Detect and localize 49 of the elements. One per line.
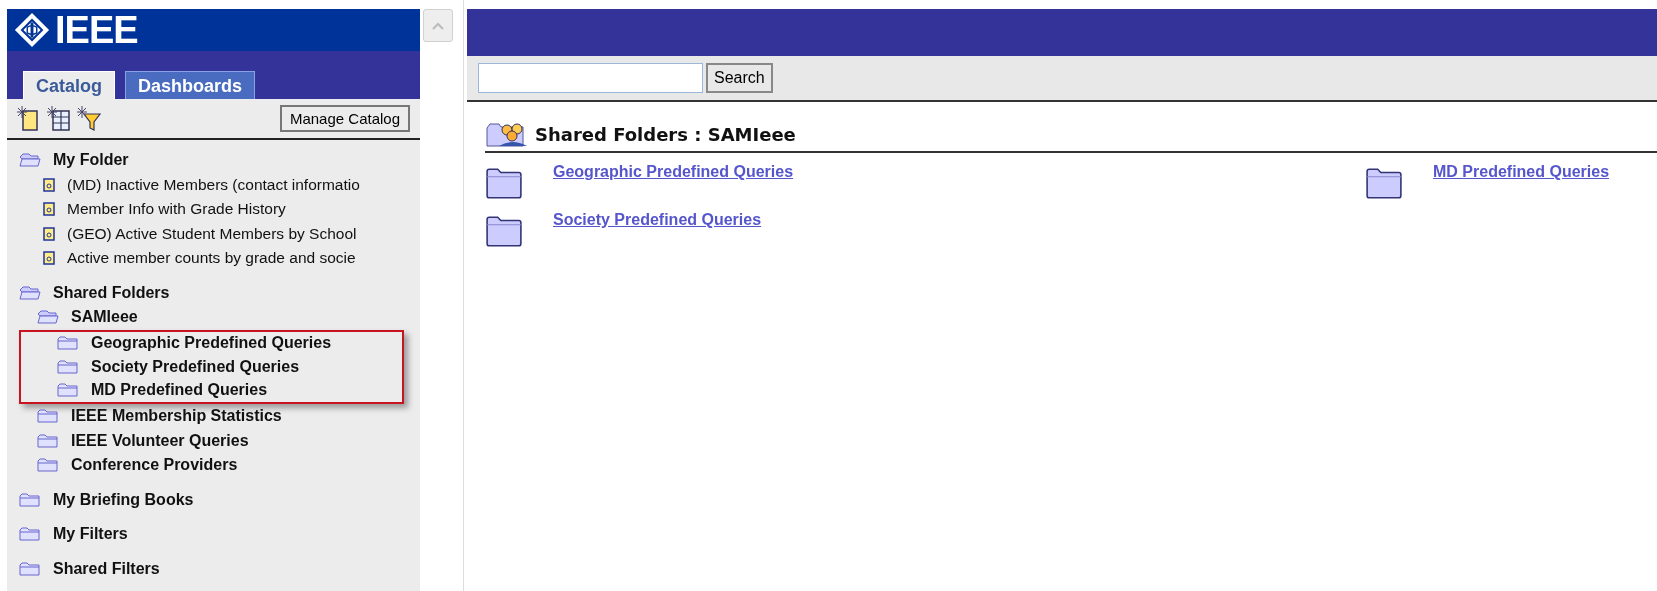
tree-item[interactable]: Active member counts by grade and socie [7,246,420,271]
folder-icon [57,336,79,351]
folder-icon [19,561,41,576]
tree-item[interactable]: Member Info with Grade History [7,197,420,222]
tree-item[interactable]: SAMIeee [7,305,420,330]
manage-catalog-button[interactable]: Manage Catalog [279,105,410,133]
tree-item[interactable]: Shared Folders [7,280,420,305]
tab[interactable]: Catalog [23,71,115,100]
folder-link[interactable]: Geographic Predefined Queries [553,163,794,181]
folder-icon [485,167,523,199]
open-folder-icon [19,153,41,168]
tree-item[interactable]: MD Predefined Queries [21,378,402,402]
tree-item[interactable]: IEEE Membership Statistics [7,404,420,429]
folder-icon [37,409,59,424]
tree-item[interactable]: Society Predefined Queries [21,355,402,379]
tab[interactable]: Dashboards [125,71,256,100]
tree-item[interactable]: Conference Providers [7,453,420,478]
breadcrumb-title: Shared Folders : SAMIeee [535,123,796,145]
tree-item[interactable]: (MD) Inactive Members (contact informatio [7,172,420,197]
logo-text: IEEE [55,10,138,49]
open-folder-icon [19,285,41,300]
report-icon [43,251,55,266]
folder-icon [37,458,59,473]
tree-item[interactable]: My Folder [7,148,420,173]
new-table-icon[interactable] [47,105,71,132]
tree-item[interactable]: My Briefing Books [7,487,420,512]
new-filter-icon[interactable] [77,105,101,132]
folder-link[interactable]: MD Predefined Queries [1433,163,1610,181]
open-folder-icon [37,310,59,325]
tree-item[interactable]: Shared Filters [7,556,420,581]
chevron-up-icon [432,21,444,30]
folder-icon [37,433,59,448]
tree-item[interactable]: My Filters [7,522,420,547]
tree-item[interactable]: IEEE Volunteer Queries [7,428,420,453]
folder-icon [57,359,79,374]
folder-icon [19,527,41,542]
folder-icon [485,215,523,247]
report-icon [43,226,55,241]
search-field[interactable] [478,63,703,93]
folder-icon [1365,167,1403,199]
new-document-icon[interactable] [17,105,41,132]
folder-icon [19,492,41,507]
report-icon [43,177,55,192]
report-icon [43,202,55,217]
tree-item[interactable]: Geographic Predefined Queries [21,331,402,355]
folder-icon [57,383,79,398]
search-button[interactable]: Search [706,63,773,93]
tree-item[interactable]: (GEO) Active Student Members by School [7,221,420,246]
folder-link[interactable]: Society Predefined Queries [553,211,762,229]
